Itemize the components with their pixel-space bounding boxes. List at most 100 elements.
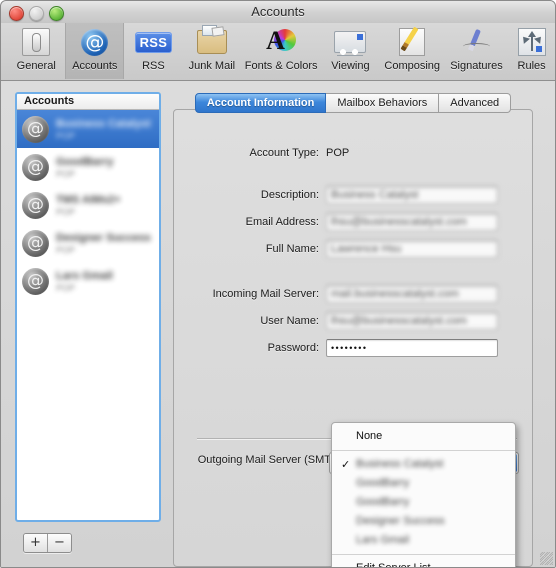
account-name: GoodBarry [56,155,114,168]
accounts-list[interactable]: Accounts @ Business Catalyst POP @ GoodB… [15,92,161,522]
incoming-mail-server-label: Incoming Mail Server: [212,288,319,300]
preferences-content: Accounts @ Business Catalyst POP @ GoodB… [1,81,555,567]
composing-icon [399,26,426,58]
list-item[interactable]: @ Lars Gmail POP [17,262,159,300]
account-name: Business Catalyst [56,117,151,130]
smtp-row: Outgoing Mail Server (SMTP) [197,454,349,466]
toolbar-item-fonts-colors[interactable]: A Fonts & Colors [241,23,321,79]
checkmark-icon: ✓ [341,458,351,471]
menu-item-server[interactable]: Lars Gmail [332,531,515,550]
account-kind: POP [56,130,76,141]
viewing-icon [334,26,367,58]
remove-account-button[interactable]: − [47,534,71,552]
toolbar-label-accounts: Accounts [72,60,118,72]
toolbar-item-signatures[interactable]: Signatures [445,23,508,79]
menu-item-label: Lars Gmail [356,534,410,546]
toolbar-label-fonts-colors: Fonts & Colors [244,60,318,72]
account-at-icon: @ [22,153,49,181]
toolbar-item-rules[interactable]: Rules [508,23,555,79]
menu-item-server[interactable]: GoodBarry [332,474,515,493]
list-item[interactable]: @ Business Catalyst POP [17,110,159,148]
toolbar-item-accounts[interactable]: @ Accounts [65,23,125,79]
account-type-label: Account Type: [249,147,319,159]
menu-item-none[interactable]: None [332,427,515,446]
menu-separator [332,450,515,451]
full-name-input[interactable]: Lawrence Hsu [326,240,498,258]
account-kind: POP [56,282,76,293]
smtp-label: Outgoing Mail Server (SMTP) [197,454,342,466]
account-kind: POP [56,244,76,255]
user-name-input[interactable]: lhsu@businesscatalyst.com [326,312,498,330]
menu-item-label: None [356,430,383,442]
menu-item-label: GoodBarry [356,477,410,489]
account-add-remove-control: + − [23,533,72,553]
account-at-icon: @ [22,267,49,295]
password-row: Password: •••••••• [198,339,498,357]
toolbar-item-composing[interactable]: Composing [380,23,445,79]
menu-item-label: Designer Success [356,515,445,527]
full-name-label: Full Name: [265,243,319,255]
toolbar-label-composing: Composing [384,60,441,72]
tab-mailbox-behaviors[interactable]: Mailbox Behaviors [326,93,440,113]
account-at-icon: @ [22,191,49,219]
general-icon [22,26,51,58]
list-item[interactable]: @ GoodBarry POP [17,148,159,186]
account-kind: POP [56,206,76,217]
account-type-row: Account Type: POP [198,147,349,159]
fonts-colors-icon: A [266,26,297,58]
user-name-label: User Name: [260,315,319,327]
user-name-row: User Name: lhsu@businesscatalyst.com [198,312,498,330]
account-name: Designer Success [56,231,151,244]
smtp-server-dropdown-menu: None ✓ Business Catalyst GoodBarry GoodB… [331,422,516,568]
toolbar-item-rss[interactable]: RSS RSS [124,23,182,79]
account-type-value: POP [326,147,350,159]
tab-advanced[interactable]: Advanced [439,93,512,113]
menu-item-label: Business Catalyst [356,458,444,470]
menu-item-label: GoodBarry [356,496,410,508]
password-label: Password: [267,342,319,354]
menu-item-label: Edit Server List... [356,562,440,568]
toolbar-item-general[interactable]: General [7,23,65,79]
toolbar-label-rules: Rules [517,60,546,72]
signatures-icon [462,26,492,58]
account-at-icon: @ [22,115,49,143]
incoming-mail-server-row: Incoming Mail Server: mail.businesscatal… [198,285,498,303]
tab-account-information[interactable]: Account Information [194,93,327,113]
toolbar-item-junk-mail[interactable]: Junk Mail [183,23,241,79]
email-address-label: Email Address: [245,216,319,228]
list-item[interactable]: @ Designer Success POP [17,224,159,262]
password-field[interactable]: •••••••• [326,339,498,357]
at-sign-icon: @ [81,26,109,58]
toolbar-label-general: General [16,60,56,72]
account-kind: POP [56,168,76,179]
add-account-button[interactable]: + [24,534,47,552]
rss-icon: RSS [134,26,173,58]
menu-separator [332,554,515,555]
menu-item-server[interactable]: Designer Success [332,512,515,531]
email-field[interactable]: lhsu@businesscatalyst.com [326,213,498,231]
title-bar: Accounts [1,1,555,24]
toolbar-label-junk-mail: Junk Mail [188,60,236,72]
junk-mail-icon [196,25,227,58]
menu-item-server[interactable]: ✓ Business Catalyst [332,455,515,474]
email-address-row: Email Address: lhsu@businesscatalyst.com [198,213,498,231]
toolbar-label-signatures: Signatures [450,60,503,72]
menu-item-edit-server-list[interactable]: Edit Server List... [332,559,515,568]
description-input[interactable]: Business Catalyst [326,186,498,204]
resize-grip[interactable] [540,552,553,565]
list-item[interactable]: @ TMS AIMs2+ POP [17,186,159,224]
account-name: Lars Gmail [56,269,113,282]
settings-tab-bar: Account Information Mailbox Behaviors Ad… [173,93,533,115]
full-name-row: Full Name: Lawrence Hsu [198,240,498,258]
preferences-toolbar: General @ Accounts RSS RSS Junk Mail A F… [1,23,555,81]
toolbar-item-viewing[interactable]: Viewing [321,23,379,79]
menu-item-server[interactable]: GoodBarry [332,493,515,512]
account-name: TMS AIMs2+ [56,193,121,206]
account-at-icon: @ [22,229,49,257]
incoming-mail-server-input[interactable]: mail.businesscatalyst.com [326,285,498,303]
rules-icon [517,26,546,58]
toolbar-label-viewing: Viewing [331,60,370,72]
description-row: Description: Business Catalyst [198,186,498,204]
description-label: Description: [260,189,319,201]
accounts-list-header: Accounts [17,94,159,110]
